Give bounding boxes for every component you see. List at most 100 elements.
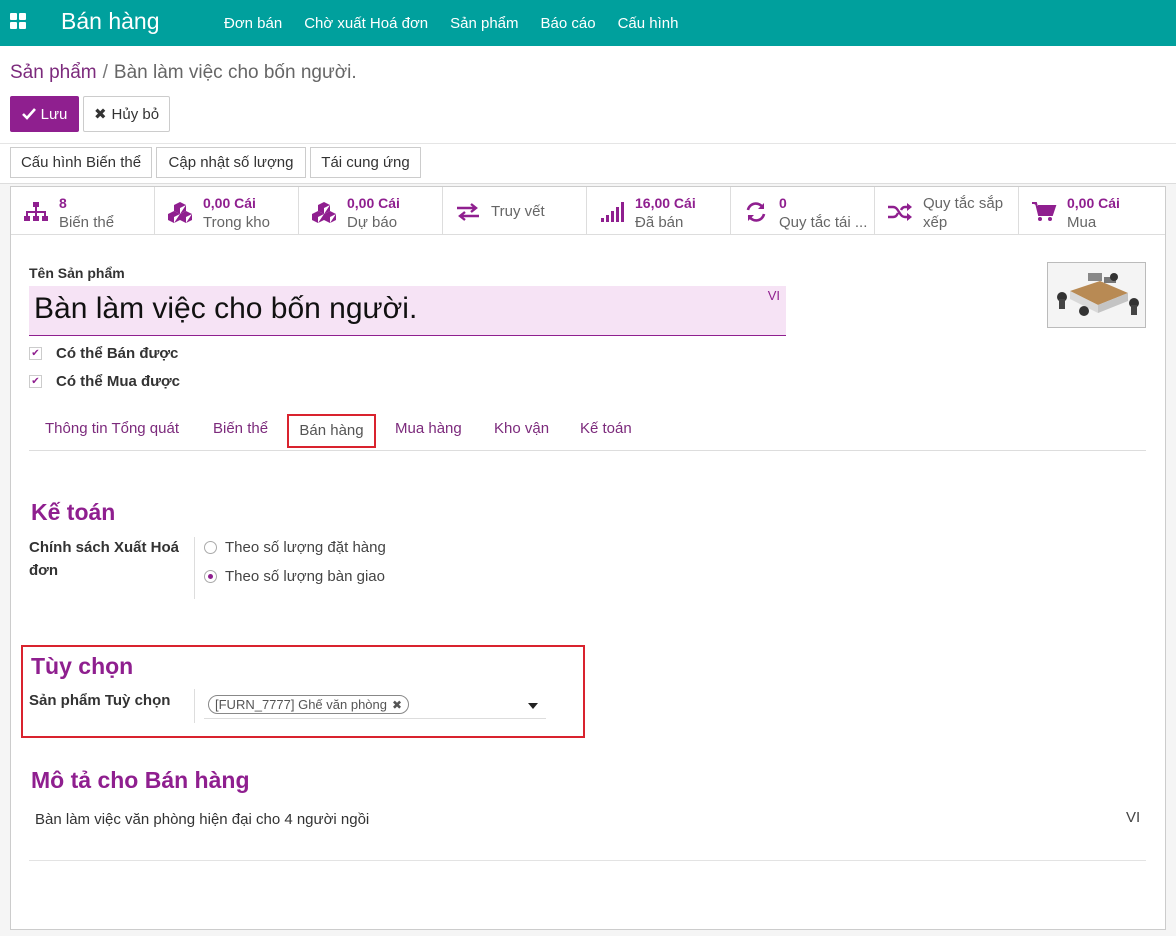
policy-ordered-radio[interactable]: [204, 541, 217, 554]
remove-tag-icon[interactable]: ✖: [392, 698, 402, 712]
dropdown-caret-icon[interactable]: [528, 703, 538, 709]
can-be-sold-checkbox[interactable]: ✔: [29, 346, 42, 360]
menu-item-to-invoice[interactable]: Chờ xuất Hoá đơn: [293, 15, 439, 32]
invoicing-policy-label: Chính sách Xuất Hoá đơn: [29, 536, 179, 582]
product-name-lang-button[interactable]: VI: [768, 288, 780, 303]
stat-forecast[interactable]: 0,00 Cái Dự báo: [299, 187, 443, 235]
optional-product-tag-label: [FURN_7777] Ghế văn phòng: [215, 697, 387, 712]
cubes-icon: [168, 202, 192, 223]
update-quantity-button[interactable]: Cập nhật số lượng: [156, 147, 306, 178]
breadcrumb: Sản phẩm / Bàn làm việc cho bốn người.: [10, 62, 357, 84]
desk-image-icon: [1048, 263, 1145, 327]
exchange-icon: [457, 203, 479, 221]
close-icon: ✖: [93, 106, 107, 123]
product-image[interactable]: [1047, 262, 1146, 328]
menu-item-orders[interactable]: Đơn bán: [213, 15, 293, 32]
control-panel: Sản phẩm / Bàn làm việc cho bốn người. Lưu…: [0, 46, 1176, 184]
stat-reordering-rules[interactable]: 0 Quy tắc tái ...: [731, 187, 875, 235]
field-divider: [194, 537, 195, 599]
replenish-button[interactable]: Tái cung ứng: [310, 147, 421, 178]
breadcrumb-products-link[interactable]: Sản phẩm: [10, 62, 97, 83]
accounting-section-title: Kế toán: [31, 499, 116, 525]
sales-description-underline: [29, 860, 1146, 861]
product-name-input[interactable]: Bàn làm việc cho bốn người. VI: [29, 286, 786, 336]
stat-variants[interactable]: 8 Biến thể: [11, 187, 155, 235]
save-button[interactable]: Lưu: [10, 96, 79, 132]
product-name-value: Bàn làm việc cho bốn người.: [34, 292, 418, 325]
sales-description-text[interactable]: Bàn làm việc văn phòng hiện đại cho 4 ng…: [35, 811, 369, 828]
can-be-sold-label: Có thể Bán được: [56, 344, 179, 362]
app-title[interactable]: Bán hàng: [61, 8, 159, 35]
stat-traceability[interactable]: Truy vết: [443, 187, 587, 235]
optional-product-tag: [FURN_7777] Ghế văn phòng ✖: [208, 695, 410, 714]
product-name-label: Tên Sản phẩm: [29, 265, 125, 281]
save-button-label: Lưu: [40, 105, 68, 123]
stat-sold-label: Đã bán: [635, 214, 684, 231]
optional-section-title: Tùy chọn: [31, 653, 134, 679]
stat-purchased-value: 0,00 Cái: [1067, 195, 1120, 211]
top-navbar: Bán hàng Đơn bán Chờ xuất Hoá đơn Sản ph…: [0, 0, 1176, 46]
can-be-purchased-label: Có thể Mua được: [56, 372, 181, 390]
form-sheet: 8 Biến thể 0,00 Cái Trong kho 0,00 Cái D…: [10, 186, 1166, 930]
menu-item-configuration[interactable]: Cấu hình: [607, 15, 690, 32]
main-menu: Đơn bán Chờ xuất Hoá đơn Sản phẩm Báo cá…: [213, 0, 689, 46]
check-icon: [21, 108, 36, 120]
stat-on-hand-value: 0,00 Cái: [203, 195, 256, 211]
tab-variants[interactable]: Biến thể: [213, 420, 268, 437]
tab-purchase[interactable]: Mua hàng: [395, 420, 462, 437]
tab-sales[interactable]: Bán hàng: [287, 414, 376, 448]
menu-item-reports[interactable]: Báo cáo: [530, 15, 607, 32]
field-divider: [194, 689, 195, 723]
stat-putaway-rules[interactable]: Quy tắc sắp xếp: [875, 187, 1019, 235]
breadcrumb-separator: /: [102, 62, 108, 83]
policy-delivered-radio[interactable]: [204, 570, 217, 583]
stat-sold[interactable]: 16,00 Cái Đã bán: [587, 187, 731, 235]
stat-putaway-rules-label: Quy tắc sắp xếp: [923, 194, 1003, 232]
stat-variants-label: Biến thể: [59, 214, 115, 231]
stat-purchased-label: Mua: [1067, 214, 1097, 231]
stat-forecast-value: 0,00 Cái: [347, 195, 400, 211]
sales-description-lang-button[interactable]: VI: [1126, 809, 1140, 826]
apps-grid-icon[interactable]: [10, 13, 26, 29]
tab-sales-label: Bán hàng: [299, 422, 364, 439]
configure-variants-button[interactable]: Cấu hình Biến thể: [10, 147, 152, 178]
cart-icon: [1032, 202, 1057, 221]
can-be-purchased-checkbox[interactable]: ✔: [29, 374, 42, 388]
form-tabs: Thông tin Tổng quát Biến thể Bán hàng Mu…: [29, 411, 1146, 451]
menu-item-products[interactable]: Sản phẩm: [439, 15, 529, 32]
policy-delivered-label: Theo số lượng bàn giao: [225, 568, 385, 585]
stat-on-hand-label: Trong kho: [203, 214, 270, 231]
stat-traceability-label: Truy vết: [491, 203, 545, 220]
breadcrumb-current: Bàn làm việc cho bốn người.: [113, 62, 357, 83]
tab-general-info[interactable]: Thông tin Tổng quát: [45, 420, 179, 437]
shuffle-icon: [888, 203, 912, 221]
can-be-sold-checkbox-row: ✔ Có thể Bán được: [29, 343, 178, 363]
policy-ordered-label: Theo số lượng đặt hàng: [225, 539, 386, 556]
optional-products-label: Sản phẩm Tuỳ chọn: [29, 692, 171, 709]
tab-accounting[interactable]: Kế toán: [580, 420, 632, 437]
stat-variants-value: 8: [59, 195, 67, 211]
cubes-icon: [312, 202, 336, 223]
stat-sold-value: 16,00 Cái: [635, 195, 696, 211]
can-be-purchased-checkbox-row: ✔ Có thể Mua được: [29, 371, 180, 391]
invoicing-policy-label-line1: Chính sách Xuất Hoá: [29, 539, 180, 556]
sitemap-icon: [24, 202, 48, 221]
invoicing-policy-label-line2: đơn: [29, 562, 58, 579]
refresh-icon: [746, 202, 766, 222]
divider: [0, 143, 1176, 144]
policy-delivered-option[interactable]: Theo số lượng bàn giao: [204, 568, 385, 585]
signal-icon: [601, 202, 624, 222]
stat-reordering-rules-value: 0: [779, 195, 787, 211]
stat-reordering-rules-label: Quy tắc tái ...: [779, 214, 868, 231]
stat-forecast-label: Dự báo: [347, 214, 398, 231]
stat-purchased[interactable]: 0,00 Cái Mua: [1019, 187, 1165, 235]
sales-description-title: Mô tả cho Bán hàng: [31, 767, 250, 793]
stat-on-hand[interactable]: 0,00 Cái Trong kho: [155, 187, 299, 235]
cancel-button-label: Hủy bỏ: [111, 105, 160, 123]
tab-inventory[interactable]: Kho vận: [494, 420, 549, 437]
policy-ordered-option[interactable]: Theo số lượng đặt hàng: [204, 539, 386, 556]
optional-products-input[interactable]: [FURN_7777] Ghế văn phòng ✖: [204, 689, 546, 719]
smart-buttons: 8 Biến thể 0,00 Cái Trong kho 0,00 Cái D…: [11, 187, 1165, 235]
stat-putaway-line1: Quy tắc sắp: [923, 195, 1004, 212]
cancel-button[interactable]: ✖ Hủy bỏ: [83, 96, 170, 132]
